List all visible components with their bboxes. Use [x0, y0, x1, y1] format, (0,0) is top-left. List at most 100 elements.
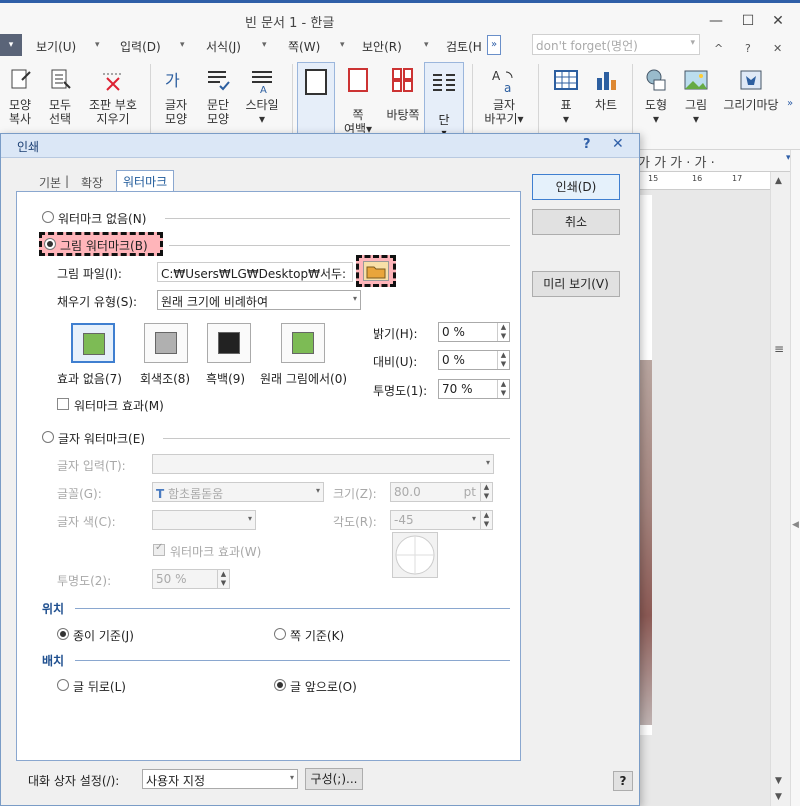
angle-dial[interactable] — [392, 532, 438, 578]
tab-basic[interactable]: 기본 — [33, 172, 67, 192]
ribbon-clear-codes[interactable]: 조판 부호 지우기 — [84, 66, 142, 126]
font-select[interactable]: T 함초롬돋움 ▾ — [152, 482, 324, 502]
ribbon-copy-format[interactable]: 모양 복사 — [2, 66, 38, 126]
svg-text:A: A — [260, 85, 267, 94]
ribbon-page-margin[interactable]: 쪽 여백▾ — [338, 66, 378, 136]
tab-watermark[interactable]: 워터마크 — [116, 170, 175, 192]
radio-front-text[interactable] — [274, 679, 286, 691]
watermark-effect-label: 워터마크 효과(M) — [74, 399, 164, 413]
format-toolbar: 가 가 가 · 가 · ▾ — [620, 150, 800, 172]
spinner-arrows-icon[interactable]: ▲ ▼ — [480, 511, 492, 529]
title-bar: 빈 문서 1 - 한글 — ☐ ✕ — [0, 0, 800, 36]
dialog-close-button[interactable]: ✕ — [612, 136, 624, 152]
chevron-down-icon: ▾ — [485, 458, 490, 467]
ribbon-select-all[interactable]: 모두 선택 — [42, 66, 78, 126]
config-button[interactable]: 구성(;)... — [305, 768, 363, 790]
transparency-spinner[interactable]: 70 % ▲ ▼ — [438, 379, 510, 399]
radio-page-based[interactable] — [274, 628, 286, 640]
scroll-thumb[interactable]: ≡ — [774, 342, 784, 356]
menu-review[interactable]: 검토(H — [446, 38, 482, 55]
watermark-panel: 워터마크 없음(N) 그림 워터마크(B) 그림 파일(I): C:₩Users… — [16, 191, 521, 761]
ribbon-para-shape[interactable]: 문단 모양 — [198, 66, 238, 126]
effect-grayscale-label[interactable]: 회색조(8) — [140, 370, 190, 387]
text-watermark-effect-checkbox[interactable]: ✓ — [153, 542, 165, 556]
ribbon-drawing[interactable]: 그리기마당 — [718, 66, 784, 112]
spinner-arrows-icon[interactable]: ▲ ▼ — [497, 323, 509, 341]
font-type-icon: T — [156, 487, 165, 501]
scroll-down-icon[interactable]: ▼ — [775, 792, 782, 802]
angle-spinner[interactable]: -45 ▾ ▲ ▼ — [390, 510, 493, 530]
tab-extended[interactable]: 확장 — [75, 172, 109, 192]
brightness-spinner[interactable]: 0 % ▲ ▼ — [438, 322, 510, 342]
spinner-arrows-icon[interactable]: ▲ ▼ — [480, 483, 492, 501]
effect-original-thumbnail[interactable] — [281, 323, 325, 363]
spinner-arrows-icon[interactable]: ▲ ▼ — [217, 570, 229, 588]
effect-bw-thumbnail[interactable] — [207, 323, 251, 363]
text-transparency-label: 투명도(2): — [57, 574, 112, 588]
radio-behind-text[interactable] — [57, 679, 69, 691]
effect-none-label[interactable]: 효과 없음(7) — [57, 370, 122, 387]
collapse-ribbon-icon[interactable]: ^ — [714, 42, 723, 55]
help-icon[interactable]: ? — [745, 42, 751, 55]
svg-text:a: a — [504, 81, 511, 94]
cancel-button[interactable]: 취소 — [532, 209, 620, 235]
fill-type-select[interactable]: 원래 크기에 비례하여 ▾ — [157, 290, 361, 310]
radio-text-watermark[interactable] — [42, 431, 54, 443]
dialog-help-button[interactable]: ? — [583, 137, 591, 152]
scroll-up-icon[interactable]: ▲ — [775, 176, 782, 186]
scroll-down-icon[interactable]: ▼ — [775, 776, 782, 786]
effect-original-label[interactable]: 원래 그림에서(0) — [260, 370, 347, 387]
menu-view[interactable]: 보기(U) — [36, 38, 76, 55]
size-spinner[interactable]: 80.0 pt ▲ ▼ — [390, 482, 493, 502]
picture-file-input[interactable]: C:₩Users₩LG₩Desktop₩서두: — [157, 262, 353, 282]
menu-format[interactable]: 서식(J) — [206, 38, 241, 55]
preview-button[interactable]: 미리 보기(V) — [532, 271, 620, 297]
spinner-arrows-icon[interactable]: ▲ ▼ — [497, 380, 509, 398]
watermark-effect-checkbox[interactable] — [57, 398, 69, 410]
radio-paper-based[interactable] — [57, 628, 69, 640]
ribbon-expand-icon[interactable]: » — [787, 98, 793, 109]
ribbon-master-page[interactable]: 바탕쪽 — [382, 66, 424, 122]
folder-icon — [366, 266, 386, 279]
contrast-spinner[interactable]: 0 % ▲ ▼ — [438, 350, 510, 370]
angle-label: 각도(R): — [333, 515, 377, 529]
effect-none-thumbnail[interactable] — [71, 323, 115, 363]
menu-security[interactable]: 보안(R) — [362, 38, 402, 55]
effect-bw-label[interactable]: 흑백(9) — [206, 370, 245, 387]
print-button[interactable]: 인쇄(D) — [532, 174, 620, 200]
ribbon-table[interactable]: 표 ▾ — [546, 66, 586, 126]
side-panel-toggle-icon[interactable]: ◀ — [792, 520, 799, 530]
ribbon-replace[interactable]: Aa 글자 바꾸기▾ — [478, 66, 530, 126]
ribbon-style[interactable]: A 스타일 ▾ — [240, 66, 284, 126]
text-input-field[interactable]: ▾ — [152, 454, 494, 474]
side-panel-strip: ◀ — [790, 150, 800, 806]
menu-insert[interactable]: 입력(D) — [120, 38, 161, 55]
menu-page[interactable]: 쪽(W) — [288, 38, 320, 55]
maximize-button[interactable]: ☐ — [738, 11, 758, 31]
radio-no-watermark[interactable] — [42, 211, 54, 223]
settings-select[interactable]: 사용자 지정 ▾ — [142, 769, 298, 789]
radio-picture-watermark[interactable] — [44, 238, 56, 250]
brush-icon — [6, 66, 34, 94]
ribbon-chart[interactable]: 차트 — [586, 66, 626, 112]
fill-type-label: 채우기 유형(S): — [57, 295, 138, 309]
ribbon-picture[interactable]: 그림 ▾ — [676, 66, 716, 126]
file-menu-button[interactable]: ▾ — [0, 34, 22, 56]
chevron-down-icon: ▾ — [340, 40, 345, 50]
ribbon-char-shape[interactable]: 가 글자 모양 — [156, 66, 196, 126]
footer-help-button[interactable]: ? — [613, 771, 633, 791]
search-input[interactable]: don't forget(명언) ▾ — [532, 34, 700, 55]
format-toolbar-text[interactable]: 가 가 가 · 가 · — [638, 152, 715, 171]
close-doc-icon[interactable]: ✕ — [773, 42, 782, 55]
close-window-button[interactable]: ✕ — [768, 11, 788, 31]
browse-folder-button[interactable] — [363, 261, 389, 281]
spinner-arrows-icon[interactable]: ▲ ▼ — [497, 351, 509, 369]
effect-grayscale-thumbnail[interactable] — [144, 323, 188, 363]
minimize-button[interactable]: — — [706, 11, 726, 31]
vertical-scrollbar[interactable]: ▲ ≡ ▼ ▼ — [770, 172, 790, 806]
text-transparency-spinner[interactable]: 50 % ▲ ▼ — [152, 569, 230, 589]
menu-more-button[interactable]: » — [487, 35, 501, 55]
chevron-down-icon: ▾ — [180, 40, 185, 50]
text-color-select[interactable]: ▾ — [152, 510, 256, 530]
ribbon-shape[interactable]: 도형 ▾ — [636, 66, 676, 126]
